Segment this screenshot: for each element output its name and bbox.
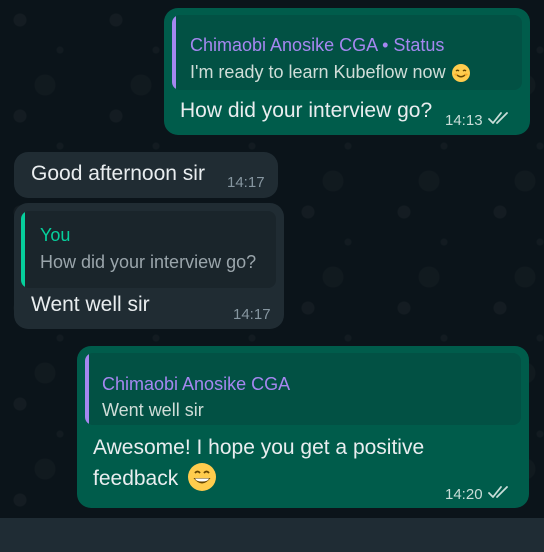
message-text: feedback (93, 467, 179, 490)
quote-accent-bar (85, 353, 89, 425)
quoted-reply[interactable]: You How did your interview go? (21, 211, 276, 288)
quote-accent-bar (172, 15, 176, 90)
quoted-reply[interactable]: Chimaobi Anosike CGA Went well sir (85, 353, 521, 425)
quote-text: Went well sir (102, 400, 204, 420)
quote-text: I'm ready to learn Kubeflow now (190, 62, 446, 82)
message-timestamp: 14:17 (233, 306, 271, 323)
message-timestamp: 14:13 (445, 112, 483, 129)
message-bubble-incoming[interactable]: You How did your interview go? Went well… (14, 203, 284, 329)
message-text-line-1: Awesome! I hope you get a positive (93, 436, 425, 459)
message-text-line-2: feedback (93, 463, 217, 494)
chat-input-bar (0, 518, 544, 552)
smiling-face-icon (451, 64, 470, 83)
quote-accent-bar (21, 211, 25, 288)
quoted-status-reply[interactable]: Chimaobi Anosike CGA • Status I'm ready … (172, 15, 522, 90)
message-timestamp: 14:20 (445, 486, 483, 503)
message-text: Went well sir (31, 293, 150, 316)
message-text: Good afternoon sir (31, 162, 205, 185)
message-bubble-outgoing[interactable]: Chimaobi Anosike CGA Went well sir Aweso… (77, 346, 529, 508)
grinning-face-icon (188, 463, 217, 492)
quote-text: How did your interview go? (40, 252, 257, 272)
quote-author: Chimaobi Anosike CGA (102, 374, 291, 394)
quote-author: Chimaobi Anosike CGA • Status (190, 35, 445, 55)
quote-text-row: I'm ready to learn Kubeflow now (190, 62, 471, 83)
quote-author: You (40, 225, 71, 245)
double-check-icon (488, 112, 508, 124)
message-bubble-incoming[interactable]: Good afternoon sir 14:17 (14, 152, 278, 198)
message-timestamp: 14:17 (227, 174, 265, 191)
message-bubble-outgoing[interactable]: Chimaobi Anosike CGA • Status I'm ready … (164, 8, 530, 135)
double-check-icon (488, 486, 508, 498)
message-text: How did your interview go? (180, 99, 433, 122)
